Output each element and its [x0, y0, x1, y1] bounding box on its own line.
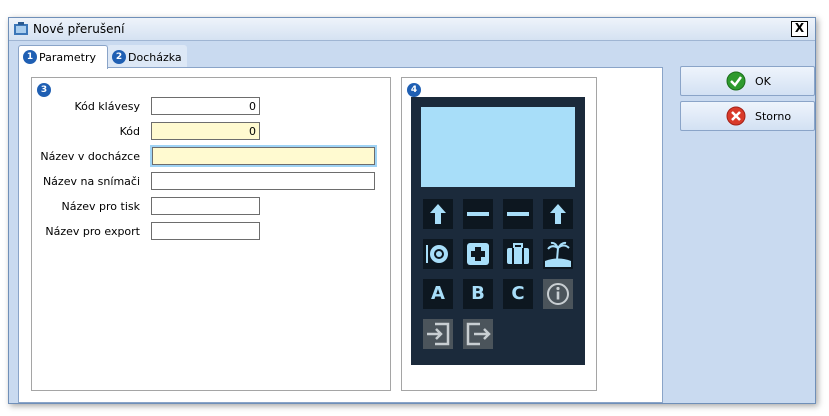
close-button[interactable]: X	[791, 21, 808, 37]
ok-label: OK	[755, 75, 771, 88]
label-kod-klavesy: Kód klávesy	[74, 100, 140, 113]
key-doctor[interactable]	[463, 239, 493, 269]
key-dash[interactable]	[503, 199, 533, 229]
key-business-trip[interactable]	[503, 239, 533, 269]
group-badge: 4	[407, 83, 421, 97]
key-c[interactable]: C	[503, 279, 533, 309]
cancel-x-icon	[726, 106, 746, 126]
kod-klavesy-input[interactable]: 0	[151, 97, 260, 115]
arrow-up-icon	[430, 204, 446, 224]
tab-label: Parametry	[39, 51, 96, 64]
key-arrow-up[interactable]	[543, 199, 573, 229]
key-label: A	[431, 283, 445, 304]
tab-dochazka[interactable]: 2 Docházka	[107, 45, 187, 68]
dash-icon	[507, 212, 529, 216]
key-label: B	[471, 283, 485, 304]
key-a[interactable]: A	[423, 279, 453, 309]
ok-button[interactable]: OK	[680, 66, 815, 96]
check-icon	[726, 71, 746, 91]
label-nazev-snimac: Název na snímači	[42, 175, 140, 188]
tab-number-badge: 1	[23, 50, 37, 64]
key-b[interactable]: B	[463, 279, 493, 309]
label-nazev-tisk: Název pro tisk	[61, 200, 140, 213]
kod-input[interactable]: 0	[151, 122, 260, 140]
app-icon	[14, 22, 28, 35]
terminal-preview: A B C	[411, 97, 585, 365]
key-logout[interactable]	[463, 319, 493, 349]
terminal-screen	[421, 107, 575, 187]
medical-cross-icon	[467, 243, 489, 265]
nazev-snimac-input[interactable]	[151, 172, 375, 190]
label-nazev-export: Název pro export	[45, 225, 140, 238]
label-kod: Kód	[119, 125, 140, 138]
info-icon	[547, 283, 569, 305]
login-icon	[427, 322, 450, 346]
tab-number-badge: 2	[112, 50, 126, 64]
key-vacation[interactable]	[543, 239, 573, 269]
key-label: C	[511, 283, 525, 304]
key-info[interactable]	[543, 279, 573, 309]
dash-icon	[467, 212, 489, 216]
window-title: Nové přerušení	[33, 22, 125, 36]
suitcase-icon	[507, 243, 529, 264]
tab-parametry[interactable]: 1 Parametry	[18, 45, 108, 69]
label-nazev-dochazka: Název v docházce	[40, 150, 140, 163]
tab-label: Docházka	[128, 51, 182, 64]
storno-button[interactable]: Storno	[680, 101, 815, 131]
title-bar: Nové přerušení X	[9, 18, 815, 41]
plate-icon	[426, 245, 448, 263]
key-dash[interactable]	[463, 199, 493, 229]
arrow-up-icon	[550, 204, 566, 224]
island-icon	[545, 241, 571, 267]
key-arrow-up[interactable]	[423, 199, 453, 229]
logout-icon	[466, 322, 491, 346]
nazev-dochazka-input[interactable]	[150, 145, 377, 167]
key-lunch[interactable]	[423, 239, 453, 269]
group-badge: 3	[37, 83, 51, 97]
nazev-tisk-input[interactable]	[151, 197, 260, 215]
storno-label: Storno	[755, 110, 792, 123]
nazev-export-input[interactable]	[151, 222, 260, 240]
key-login[interactable]	[423, 319, 453, 349]
